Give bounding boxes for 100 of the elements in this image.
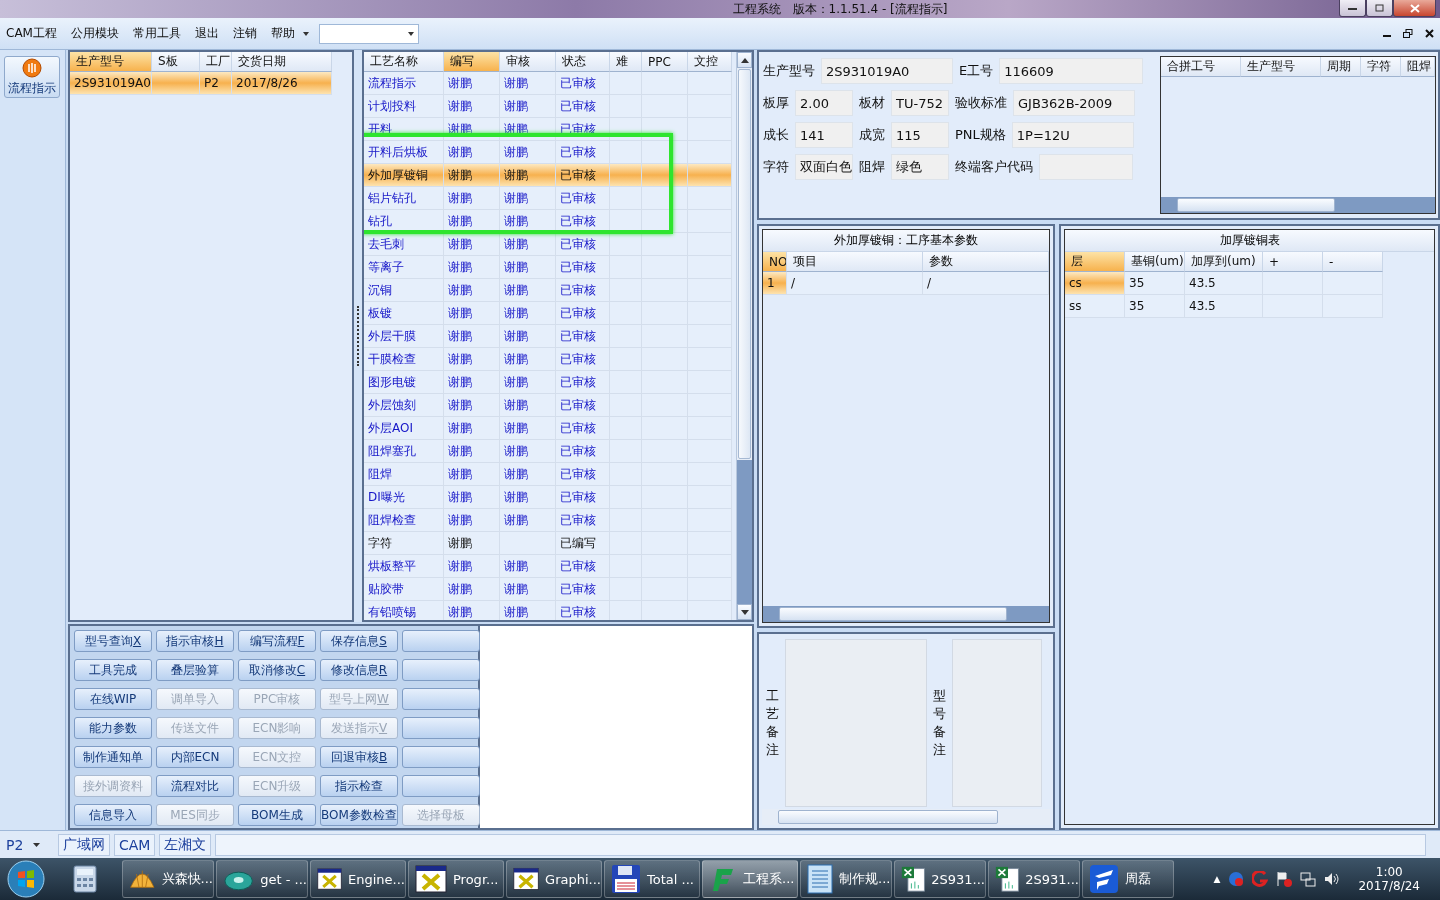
tray-icon[interactable] xyxy=(1228,871,1245,887)
table-cell[interactable]: 谢鹏 xyxy=(500,348,556,371)
network-icon[interactable] xyxy=(1300,871,1317,887)
taskbar-button[interactable]: Progr... xyxy=(408,860,504,898)
table-cell[interactable] xyxy=(688,72,732,95)
text-field[interactable]: 2.00 xyxy=(795,90,853,116)
table-cell[interactable]: 已审核 xyxy=(556,233,610,256)
action-button[interactable] xyxy=(402,688,480,710)
table-cell[interactable]: 谢鹏 xyxy=(500,72,556,95)
minimize-button[interactable] xyxy=(1339,0,1366,17)
table-cell[interactable]: 谢鹏 xyxy=(500,256,556,279)
action-button[interactable]: 编写流程F xyxy=(238,630,316,652)
table-cell[interactable]: ss xyxy=(1065,295,1125,318)
table-cell[interactable]: 谢鹏 xyxy=(500,95,556,118)
taskbar-button[interactable]: 兴森快... xyxy=(122,860,214,898)
table-cell[interactable]: / xyxy=(787,272,923,295)
table-cell[interactable]: 谢鹏 xyxy=(444,532,500,555)
speaker-icon[interactable] xyxy=(1324,871,1341,887)
table-cell[interactable]: 谢鹏 xyxy=(500,325,556,348)
table-cell[interactable]: 谢鹏 xyxy=(500,555,556,578)
remark-field[interactable] xyxy=(952,639,1042,807)
table-cell[interactable] xyxy=(1263,272,1323,295)
column-header[interactable]: 基铜(um) xyxy=(1125,252,1185,272)
action-button[interactable]: 修改信息R xyxy=(320,659,398,681)
table-cell[interactable]: 已审核 xyxy=(556,440,610,463)
scrollbar[interactable] xyxy=(762,809,1050,825)
column-header[interactable]: 编写 xyxy=(444,52,500,72)
column-header[interactable]: - xyxy=(1323,252,1383,272)
table-cell[interactable]: 谢鹏 xyxy=(444,601,500,620)
table-cell[interactable]: 谢鹏 xyxy=(444,325,500,348)
table-cell[interactable]: 阻焊塞孔 xyxy=(364,440,444,463)
remark-field[interactable] xyxy=(785,639,927,807)
restore-icon[interactable] xyxy=(1403,29,1413,38)
table-cell[interactable]: 谢鹏 xyxy=(444,371,500,394)
action-button[interactable]: 叠层验算 xyxy=(156,659,234,681)
table-cell[interactable]: 谢鹏 xyxy=(500,440,556,463)
scroll-thumb[interactable] xyxy=(778,810,998,824)
table-cell[interactable]: 已审核 xyxy=(556,348,610,371)
table-cell[interactable]: 贴胶带 xyxy=(364,578,444,601)
taskbar-button[interactable]: 2S931... xyxy=(894,860,986,898)
menu-item[interactable]: 注销 xyxy=(232,25,257,42)
status-tab[interactable]: 广域网 xyxy=(58,833,110,856)
table-cell[interactable]: 有铅喷锡 xyxy=(364,601,444,620)
table-cell[interactable]: 已审核 xyxy=(556,371,610,394)
column-header[interactable]: 文控 xyxy=(688,52,732,72)
start-button[interactable] xyxy=(4,859,48,899)
action-button[interactable]: 内部ECN xyxy=(156,746,234,768)
table-cell[interactable]: 干膜检查 xyxy=(364,348,444,371)
column-header[interactable]: S板 xyxy=(152,52,200,72)
table-cell[interactable]: 谢鹏 xyxy=(444,72,500,95)
table-cell[interactable]: 流程指示 xyxy=(364,72,444,95)
column-header[interactable]: 周期 xyxy=(1321,57,1361,77)
table-cell[interactable]: 谢鹏 xyxy=(444,440,500,463)
column-header[interactable]: 审核 xyxy=(500,52,556,72)
table-cell[interactable] xyxy=(642,601,688,620)
column-header[interactable]: 合拼工号 xyxy=(1161,57,1241,77)
action-button[interactable]: 保存信息S xyxy=(320,630,398,652)
action-button[interactable]: BOM生成 xyxy=(238,804,316,826)
taskbar-button[interactable]: get - ... xyxy=(216,860,308,898)
action-button[interactable]: 指示检查 xyxy=(320,775,398,797)
table-cell[interactable]: 计划投料 xyxy=(364,95,444,118)
table-cell[interactable]: 谢鹏 xyxy=(444,463,500,486)
table-cell[interactable] xyxy=(610,164,642,187)
column-header[interactable]: 状态 xyxy=(556,52,610,72)
table-cell[interactable]: 板镀 xyxy=(364,302,444,325)
table-cell[interactable]: 谢鹏 xyxy=(500,302,556,325)
table-cell[interactable] xyxy=(642,233,688,256)
table-cell[interactable]: 铝片钻孔 xyxy=(364,187,444,210)
table-cell[interactable]: 谢鹏 xyxy=(444,417,500,440)
table-cell[interactable]: 谢鹏 xyxy=(500,486,556,509)
table-cell[interactable]: 谢鹏 xyxy=(444,95,500,118)
table-cell[interactable] xyxy=(610,187,642,210)
table-cell[interactable]: 已审核 xyxy=(556,95,610,118)
action-button[interactable]: BOM参数检查 xyxy=(320,804,398,826)
table-cell[interactable]: 外层AOI xyxy=(364,417,444,440)
scrollbar[interactable] xyxy=(1161,197,1435,213)
maximize-button[interactable] xyxy=(1366,0,1393,17)
table-cell[interactable]: 谢鹏 xyxy=(444,394,500,417)
clock[interactable]: 1:00 2017/8/24 xyxy=(1358,865,1420,893)
action-button[interactable]: 能力参数 xyxy=(74,717,152,739)
column-header[interactable]: PPC xyxy=(642,52,688,72)
taskbar-button[interactable]: 周磊 xyxy=(1082,860,1174,898)
table-cell[interactable]: 谢鹏 xyxy=(500,463,556,486)
column-header[interactable]: + xyxy=(1263,252,1323,272)
taskbar-button[interactable]: Total ... xyxy=(604,860,700,898)
table-cell[interactable]: 已审核 xyxy=(556,164,610,187)
action-button[interactable]: 流程对比 xyxy=(156,775,234,797)
table-cell[interactable]: 谢鹏 xyxy=(500,279,556,302)
table-cell[interactable]: 已审核 xyxy=(556,325,610,348)
action-button[interactable] xyxy=(402,746,480,768)
table-cell[interactable]: 已审核 xyxy=(556,187,610,210)
taskbar-button[interactable]: 工程系... xyxy=(702,860,798,898)
table-cell[interactable]: 已审核 xyxy=(556,256,610,279)
table-cell[interactable]: 已审核 xyxy=(556,72,610,95)
table-cell[interactable] xyxy=(642,164,688,187)
close-button[interactable] xyxy=(1393,0,1436,17)
table-cell[interactable]: 图形电镀 xyxy=(364,371,444,394)
taskbar-button[interactable]: 制作规... xyxy=(800,860,892,898)
table-cell[interactable]: 谢鹏 xyxy=(444,279,500,302)
down-arrow-icon[interactable] xyxy=(740,609,749,615)
